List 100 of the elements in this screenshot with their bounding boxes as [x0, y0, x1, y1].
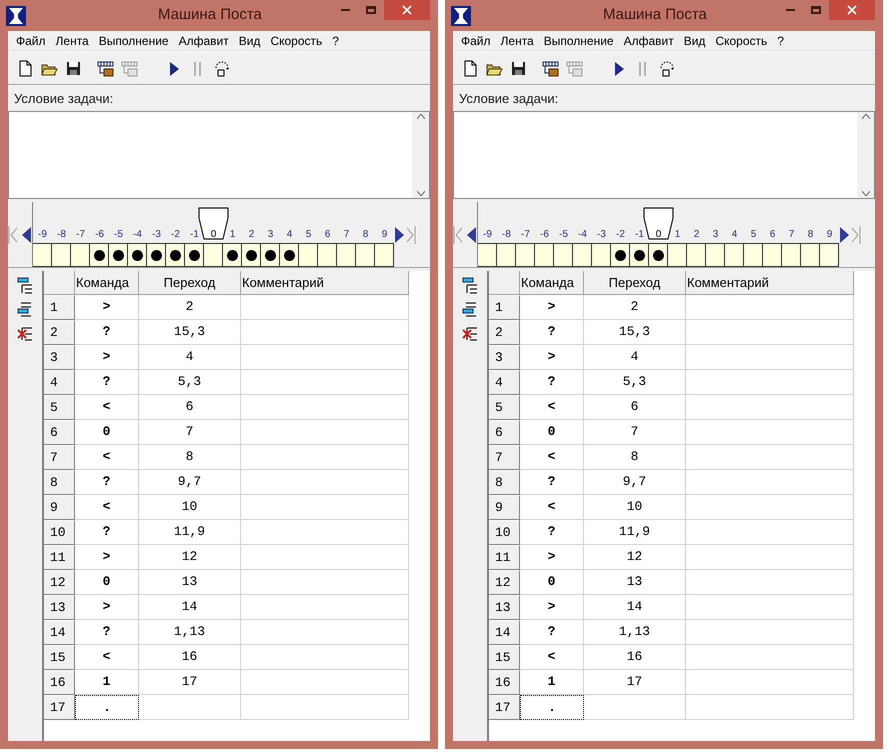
row-header[interactable]: 17 — [44, 695, 75, 720]
tape-cell[interactable] — [147, 243, 166, 267]
tape-cell[interactable] — [516, 243, 535, 267]
comment-cell[interactable] — [686, 295, 854, 320]
row-header[interactable]: 13 — [44, 595, 75, 620]
insert-row-icon[interactable] — [17, 301, 33, 319]
jump-cell[interactable]: 4 — [584, 345, 686, 370]
tape-cell[interactable] — [592, 243, 611, 267]
menu-item[interactable]: ? — [772, 32, 789, 50]
jump-cell[interactable]: 6 — [584, 395, 686, 420]
command-cell[interactable]: ? — [520, 520, 584, 545]
comment-cell[interactable] — [686, 370, 854, 395]
row-header[interactable]: 9 — [44, 495, 75, 520]
row-header[interactable]: 8 — [489, 470, 520, 495]
command-cell[interactable]: 0 — [75, 420, 139, 445]
comment-cell[interactable] — [686, 570, 854, 595]
command-cell[interactable]: 0 — [520, 420, 584, 445]
column-header[interactable]: Комментарий — [686, 271, 854, 295]
tape-cell[interactable] — [630, 243, 649, 267]
column-header[interactable]: Комментарий — [241, 271, 409, 295]
comment-cell[interactable] — [686, 470, 854, 495]
jump-cell[interactable]: 15,3 — [584, 320, 686, 345]
row-header[interactable]: 3 — [44, 345, 75, 370]
tape-cell[interactable] — [337, 243, 356, 267]
command-cell[interactable]: < — [75, 445, 139, 470]
tape-cell[interactable] — [242, 243, 261, 267]
comment-cell[interactable] — [241, 520, 409, 545]
comment-cell[interactable] — [241, 445, 409, 470]
insert-row-icon[interactable] — [462, 301, 478, 319]
tape-cell[interactable] — [375, 243, 394, 267]
jump-cell[interactable]: 14 — [139, 595, 241, 620]
close-button[interactable] — [829, 0, 875, 20]
tape-cell[interactable] — [820, 243, 839, 267]
row-header[interactable]: 15 — [489, 645, 520, 670]
jump-cell[interactable]: 11,9 — [139, 520, 241, 545]
menu-item[interactable]: ? — [327, 32, 344, 50]
command-cell[interactable]: > — [520, 295, 584, 320]
jump-cell[interactable]: 9,7 — [584, 470, 686, 495]
tape-cell[interactable] — [185, 243, 204, 267]
command-cell[interactable]: 1 — [75, 670, 139, 695]
jump-cell[interactable]: 4 — [139, 345, 241, 370]
jump-cell[interactable]: 16 — [139, 645, 241, 670]
menu-item[interactable]: Лента — [496, 32, 539, 50]
row-header[interactable]: 5 — [44, 395, 75, 420]
command-cell[interactable]: ? — [520, 620, 584, 645]
comment-cell[interactable] — [241, 645, 409, 670]
menu-item[interactable]: Алфавит — [174, 32, 234, 50]
comment-cell[interactable] — [686, 695, 854, 720]
comment-cell[interactable] — [241, 295, 409, 320]
tape-cell[interactable] — [611, 243, 630, 267]
delete-row-icon[interactable] — [17, 325, 33, 343]
row-header[interactable]: 4 — [44, 370, 75, 395]
jump-cell[interactable]: 5,3 — [584, 370, 686, 395]
jump-cell[interactable]: 17 — [584, 670, 686, 695]
comment-cell[interactable] — [241, 495, 409, 520]
tape-cell[interactable] — [223, 243, 242, 267]
row-header[interactable]: 1 — [489, 295, 520, 320]
comment-cell[interactable] — [241, 345, 409, 370]
menu-item[interactable]: Выполнение — [94, 32, 174, 50]
delete-row-icon[interactable] — [462, 325, 478, 343]
tape-cell[interactable] — [128, 243, 147, 267]
tape-cell[interactable] — [280, 243, 299, 267]
tape-cell[interactable] — [554, 243, 573, 267]
menu-item[interactable]: Выполнение — [538, 32, 619, 50]
command-cell[interactable]: < — [520, 645, 584, 670]
jump-cell[interactable]: 11,9 — [584, 520, 686, 545]
row-header[interactable]: 2 — [489, 320, 520, 345]
row-header[interactable]: 6 — [489, 420, 520, 445]
tape-cell[interactable] — [71, 243, 90, 267]
row-header[interactable]: 14 — [44, 620, 75, 645]
command-cell[interactable]: ? — [75, 470, 139, 495]
jump-cell[interactable]: 14 — [584, 595, 686, 620]
command-cell[interactable]: > — [75, 295, 139, 320]
comment-cell[interactable] — [241, 420, 409, 445]
jump-cell[interactable]: 8 — [584, 445, 686, 470]
command-cell[interactable]: < — [520, 395, 584, 420]
jump-cell[interactable]: 8 — [139, 445, 241, 470]
tape-cell[interactable] — [478, 243, 497, 267]
jump-cell[interactable]: 10 — [584, 495, 686, 520]
command-cell[interactable]: ? — [520, 320, 584, 345]
tape-cell[interactable] — [261, 243, 280, 267]
command-cell[interactable]: 1 — [520, 670, 584, 695]
command-cell[interactable]: > — [520, 595, 584, 620]
command-cell[interactable]: ? — [75, 320, 139, 345]
comment-cell[interactable] — [686, 445, 854, 470]
comment-cell[interactable] — [241, 320, 409, 345]
jump-cell[interactable]: 1,13 — [139, 620, 241, 645]
comment-cell[interactable] — [686, 595, 854, 620]
row-header[interactable]: 10 — [44, 520, 75, 545]
command-cell[interactable]: . — [75, 695, 139, 720]
comment-cell[interactable] — [686, 495, 854, 520]
jump-cell[interactable]: 2 — [139, 295, 241, 320]
tape-cell[interactable] — [497, 243, 516, 267]
comment-cell[interactable] — [686, 620, 854, 645]
jump-cell[interactable]: 13 — [139, 570, 241, 595]
column-header[interactable]: Переход — [139, 271, 241, 295]
command-cell[interactable]: < — [75, 645, 139, 670]
tape-cell[interactable] — [356, 243, 375, 267]
menu-item[interactable]: Скорость — [710, 32, 772, 50]
tape-cell[interactable] — [801, 243, 820, 267]
